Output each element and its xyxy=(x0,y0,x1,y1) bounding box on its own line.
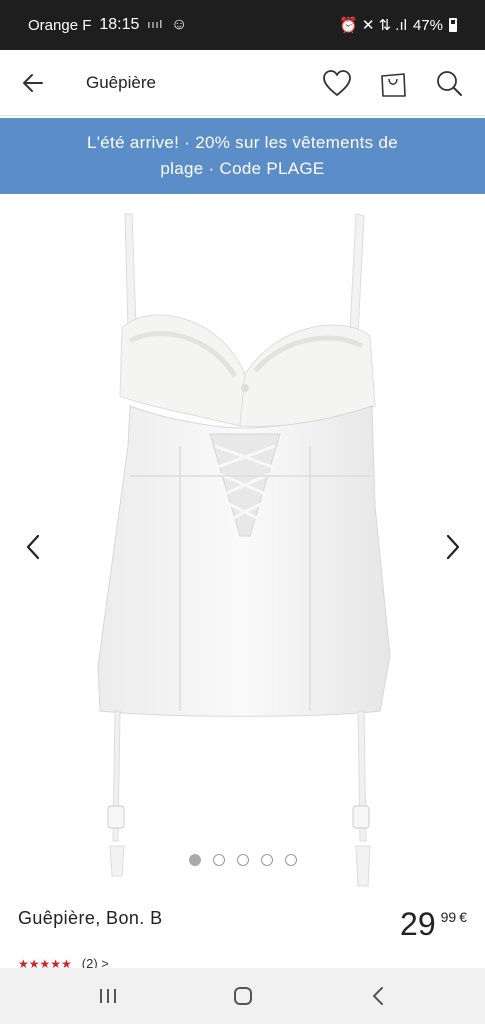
status-time: 18:15 xyxy=(99,16,140,33)
recent-apps-icon xyxy=(99,989,116,1003)
shopping-bag-icon xyxy=(381,72,406,97)
status-icons: ⏰ ✕ ⇅ .ıl xyxy=(338,17,407,34)
price-integer: 29 xyxy=(400,906,436,942)
carousel-dot[interactable] xyxy=(236,854,249,866)
previous-image-button[interactable] xyxy=(15,529,51,565)
carousel-pagination xyxy=(0,854,485,866)
search-button[interactable] xyxy=(427,61,471,105)
status-right: ⏰ ✕ ⇅ .ıl 47% xyxy=(339,16,457,34)
price-decimal: 99 xyxy=(440,909,457,925)
promo-line-1: L'été arrive! · 20% sur les vêtements de xyxy=(87,133,398,152)
product-price: 29 99 € xyxy=(400,906,467,942)
home-button[interactable] xyxy=(213,976,273,1016)
search-icon xyxy=(437,70,462,96)
status-left: Orange F 18:15 ıııl ☺ xyxy=(28,16,187,34)
app-actions xyxy=(315,61,485,105)
chevron-left-icon xyxy=(26,534,40,560)
promo-line-2: plage · Code PLAGE xyxy=(160,159,325,178)
back-button[interactable] xyxy=(0,50,66,116)
carousel-dot[interactable] xyxy=(260,854,273,866)
product-image xyxy=(97,213,391,887)
price-currency: € xyxy=(459,909,467,925)
battery-percent: 47% xyxy=(412,16,443,34)
heart-icon xyxy=(323,69,351,96)
carousel-dot[interactable] xyxy=(212,854,225,866)
carousel-dot[interactable] xyxy=(284,854,297,866)
wishlist-button[interactable] xyxy=(315,61,359,105)
back-icon xyxy=(372,987,383,1005)
product-image-carousel[interactable] xyxy=(0,194,485,887)
recent-apps-button[interactable] xyxy=(78,976,138,1016)
carrier-name: Orange F xyxy=(28,16,92,34)
next-image-button[interactable] xyxy=(435,529,471,565)
chevron-right-icon xyxy=(446,534,460,560)
cart-button[interactable] xyxy=(371,61,415,105)
notification-icon: ☺ xyxy=(171,16,188,33)
page-title: Guêpière xyxy=(86,72,156,92)
product-name: Guêpière, Bon. B xyxy=(18,908,163,928)
app-bar: Guêpière xyxy=(0,50,485,116)
signal-icon: ıııl xyxy=(147,19,164,31)
system-nav-bar xyxy=(0,968,485,1024)
battery-icon xyxy=(449,18,457,32)
home-icon xyxy=(233,987,252,1005)
system-back-button[interactable] xyxy=(348,976,408,1016)
product-info: Guêpière, Bon. B 29 99 € ★★★★★ (2) > xyxy=(0,894,485,974)
carousel-dot[interactable] xyxy=(188,854,201,866)
promo-banner[interactable]: L'été arrive! · 20% sur les vêtements de… xyxy=(0,118,485,194)
back-arrow-icon xyxy=(23,73,43,92)
status-bar: Orange F 18:15 ıııl ☺ ⏰ ✕ ⇅ .ıl 47% xyxy=(0,0,485,50)
